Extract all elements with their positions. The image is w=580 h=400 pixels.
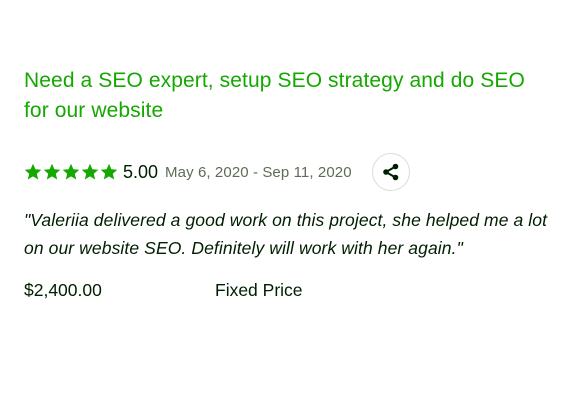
rating-row: 5.00 May 6, 2020 - Sep 11, 2020 bbox=[24, 152, 556, 192]
star-icon bbox=[62, 163, 80, 181]
date-range: May 6, 2020 - Sep 11, 2020 bbox=[165, 163, 352, 181]
star-icon bbox=[43, 163, 61, 181]
job-history-card: Need a SEO expert, setup SEO strategy an… bbox=[24, 66, 556, 301]
rating-value: 5.00 bbox=[123, 161, 159, 182]
price-row: $2,400.00 Fixed Price bbox=[24, 280, 556, 301]
share-button[interactable] bbox=[371, 153, 410, 191]
job-price: $2,400.00 bbox=[24, 280, 102, 300]
job-title-link[interactable]: Need a SEO expert, setup SEO strategy an… bbox=[24, 66, 544, 126]
client-feedback: "Valeriia delivered a good work on this … bbox=[24, 210, 548, 258]
star-rating bbox=[24, 163, 118, 181]
star-icon bbox=[81, 163, 99, 181]
star-icon bbox=[100, 163, 118, 181]
star-icon bbox=[24, 163, 42, 181]
price-type: Fixed Price bbox=[215, 280, 303, 300]
share-icon bbox=[381, 162, 401, 182]
